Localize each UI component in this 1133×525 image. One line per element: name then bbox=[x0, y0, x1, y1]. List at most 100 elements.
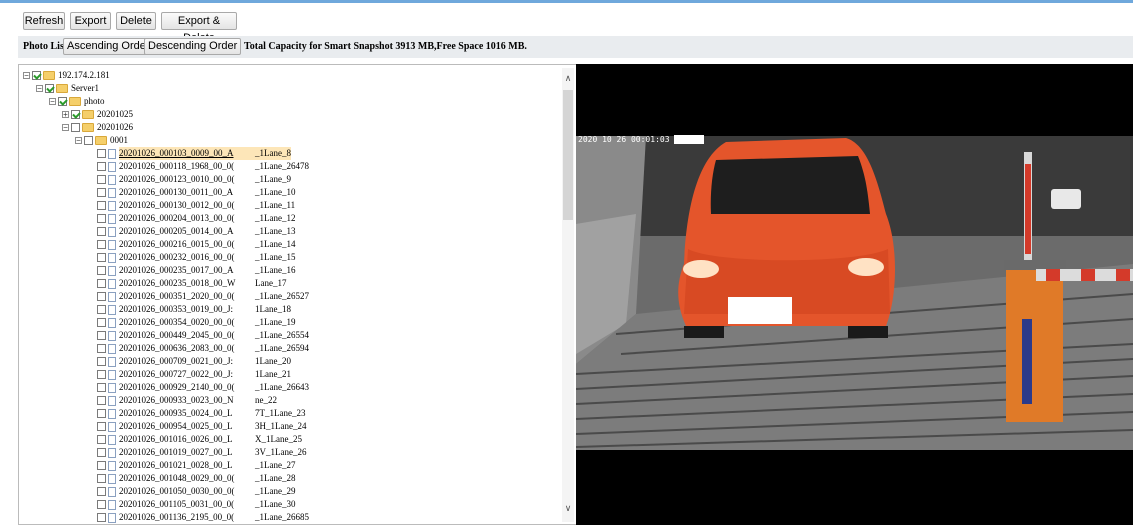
file-row[interactable]: 20201026_000636_2083_00_0(_1Lane_26594 bbox=[97, 342, 309, 355]
checkbox[interactable] bbox=[84, 136, 93, 145]
scroll-up-icon[interactable]: ∧ bbox=[562, 74, 574, 84]
export-delete-button[interactable]: Export & Delete bbox=[161, 12, 237, 44]
file-row[interactable]: 20201026_000449_2045_00_0(_1Lane_26554 bbox=[97, 329, 309, 342]
checkbox[interactable] bbox=[97, 383, 106, 392]
checkbox[interactable] bbox=[97, 513, 106, 522]
file-row[interactable]: 20201026_000933_0023_00_N ne_22 bbox=[97, 394, 277, 407]
file-row[interactable]: 20201026_000935_0024_00_L 7T_1Lane_23 bbox=[97, 407, 305, 420]
collapse-icon[interactable]: − bbox=[36, 85, 43, 93]
checkbox[interactable] bbox=[97, 214, 106, 223]
file-row[interactable]: 20201026_001048_0029_00_0(_1Lane_28 bbox=[97, 472, 296, 485]
collapse-icon[interactable]: − bbox=[75, 137, 82, 145]
checkbox[interactable] bbox=[97, 292, 106, 301]
checkbox[interactable] bbox=[97, 240, 106, 249]
file-row[interactable]: 20201026_000130_0012_00_0(_1Lane_11 bbox=[97, 199, 295, 212]
scroll-down-icon[interactable]: ∨ bbox=[562, 504, 574, 514]
checkbox[interactable] bbox=[71, 123, 80, 132]
checkbox[interactable] bbox=[97, 357, 106, 366]
checkbox[interactable] bbox=[97, 253, 106, 262]
file-lane: _1Lane_27 bbox=[255, 460, 296, 470]
file-row[interactable]: 20201026_000709_0021_00_J: 1Lane_20 bbox=[97, 355, 291, 368]
file-row[interactable]: 20201026_000929_2140_00_0(_1Lane_26643 bbox=[97, 381, 309, 394]
checkbox[interactable] bbox=[97, 318, 106, 327]
file-row[interactable]: 20201026_000354_0020_00_0(_1Lane_19 bbox=[97, 316, 296, 329]
file-row[interactable]: 20201026_000205_0014_00_A _1Lane_13 bbox=[97, 225, 296, 238]
file-icon bbox=[108, 473, 116, 484]
checkbox[interactable] bbox=[45, 84, 54, 93]
checkbox[interactable] bbox=[97, 487, 106, 496]
file-row[interactable]: 20201026_000353_0019_00_J: 1Lane_18 bbox=[97, 303, 291, 316]
file-row[interactable]: 20201026_001050_0030_00_0(_1Lane_29 bbox=[97, 485, 296, 498]
checkbox[interactable] bbox=[58, 97, 67, 106]
checkbox[interactable] bbox=[97, 227, 106, 236]
checkbox[interactable] bbox=[97, 344, 106, 353]
checkbox[interactable] bbox=[97, 396, 106, 405]
file-row[interactable]: 20201026_000954_0025_00_L 3H_1Lane_24 bbox=[97, 420, 307, 433]
checkbox[interactable] bbox=[97, 448, 106, 457]
file-row[interactable]: 20201026_001136_2195_00_0(_1Lane_26685 bbox=[97, 511, 309, 524]
file-row[interactable]: 20201026_000118_1968_00_0(_1Lane_26478 bbox=[97, 160, 309, 173]
file-row[interactable]: 20201026_000351_2020_00_0(_1Lane_26527 bbox=[97, 290, 309, 303]
checkbox[interactable] bbox=[97, 305, 106, 314]
file-icon bbox=[108, 356, 116, 367]
tree-node-server[interactable]: − Server1 bbox=[36, 82, 99, 95]
export-button[interactable]: Export bbox=[70, 12, 111, 30]
refresh-button[interactable]: Refresh bbox=[23, 12, 65, 30]
file-row[interactable]: 20201026_000103_0009_00_A _1Lane_8 bbox=[97, 147, 291, 160]
collapse-icon[interactable]: − bbox=[23, 72, 30, 80]
checkbox[interactable] bbox=[97, 409, 106, 418]
checkbox[interactable] bbox=[97, 279, 106, 288]
checkbox[interactable] bbox=[97, 331, 106, 340]
checkbox[interactable] bbox=[32, 71, 41, 80]
checkbox[interactable] bbox=[97, 370, 106, 379]
expand-icon[interactable]: + bbox=[62, 111, 69, 119]
file-lane: _1Lane_8 bbox=[255, 147, 291, 160]
checkbox[interactable] bbox=[97, 435, 106, 444]
tree-node-folder-20201025[interactable]: +20201025 bbox=[62, 108, 133, 121]
tree-node-photo[interactable]: − photo bbox=[49, 95, 105, 108]
collapse-icon[interactable]: − bbox=[62, 124, 69, 132]
file-row[interactable]: 20201026_001021_0028_00_L _1Lane_27 bbox=[97, 459, 296, 472]
file-row[interactable]: 20201026_001019_0027_00_L 3V_1Lane_26 bbox=[97, 446, 307, 459]
file-row[interactable]: 20201026_000204_0013_00_0(_1Lane_12 bbox=[97, 212, 296, 225]
checkbox[interactable] bbox=[97, 201, 106, 210]
checkbox[interactable] bbox=[97, 162, 106, 171]
checkbox[interactable] bbox=[97, 500, 106, 509]
file-row[interactable]: 20201026_000235_0018_00_W Lane_17 bbox=[97, 277, 287, 290]
capacity-text: Total Capacity for Smart Snapshot 3913 M… bbox=[244, 41, 527, 52]
file-row[interactable]: 20201026_000232_0016_00_0(_1Lane_15 bbox=[97, 251, 296, 264]
file-lane: _1Lane_26554 bbox=[255, 330, 309, 340]
checkbox[interactable] bbox=[97, 188, 106, 197]
file-row[interactable]: 20201026_001016_0026_00_L X_1Lane_25 bbox=[97, 433, 302, 446]
delete-button[interactable]: Delete bbox=[116, 12, 156, 30]
tree-node-root[interactable]: − 192.174.2.181 bbox=[23, 69, 110, 82]
file-name: 20201026_001021_0028_00_L bbox=[119, 460, 233, 470]
checkbox[interactable] bbox=[97, 422, 106, 431]
tree-node-folder-0001[interactable]: − 0001 bbox=[75, 134, 128, 147]
tree-scrollbar[interactable]: ∧ ∨ bbox=[562, 68, 574, 522]
file-row[interactable]: 20201026_000130_0011_00_A _1Lane_10 bbox=[97, 186, 296, 199]
collapse-icon[interactable]: − bbox=[49, 98, 56, 106]
checkbox[interactable] bbox=[97, 149, 106, 158]
file-row[interactable]: 20201026_000235_0017_00_A _1Lane_16 bbox=[97, 264, 296, 277]
file-lane: X_1Lane_25 bbox=[255, 434, 302, 444]
file-icon bbox=[108, 408, 116, 419]
file-row[interactable]: 20201026_001105_0031_00_0(_1Lane_30 bbox=[97, 498, 296, 511]
tree-node-folder-20201026[interactable]: − 20201026 bbox=[62, 121, 133, 134]
checkbox[interactable] bbox=[97, 175, 106, 184]
scroll-thumb[interactable] bbox=[563, 90, 573, 220]
file-row[interactable]: 20201026_000727_0022_00_J: 1Lane_21 bbox=[97, 368, 291, 381]
file-icon bbox=[108, 499, 116, 510]
file-row[interactable]: 20201026_000123_0010_00_0(_1Lane_9 bbox=[97, 173, 291, 186]
checkbox[interactable] bbox=[97, 461, 106, 470]
ascending-order-button[interactable]: Ascending Order bbox=[63, 38, 154, 55]
file-row[interactable]: 20201026_000216_0015_00_0(_1Lane_14 bbox=[97, 238, 296, 251]
file-name: 20201026_001016_0026_00_L bbox=[119, 434, 233, 444]
descending-order-button[interactable]: Descending Order bbox=[144, 38, 242, 55]
checkbox[interactable] bbox=[71, 110, 80, 119]
file-icon bbox=[108, 421, 116, 432]
checkbox[interactable] bbox=[97, 474, 106, 483]
checkbox[interactable] bbox=[97, 266, 106, 275]
folder-icon bbox=[82, 110, 94, 119]
tree-node-label: 20201026 bbox=[97, 122, 133, 132]
